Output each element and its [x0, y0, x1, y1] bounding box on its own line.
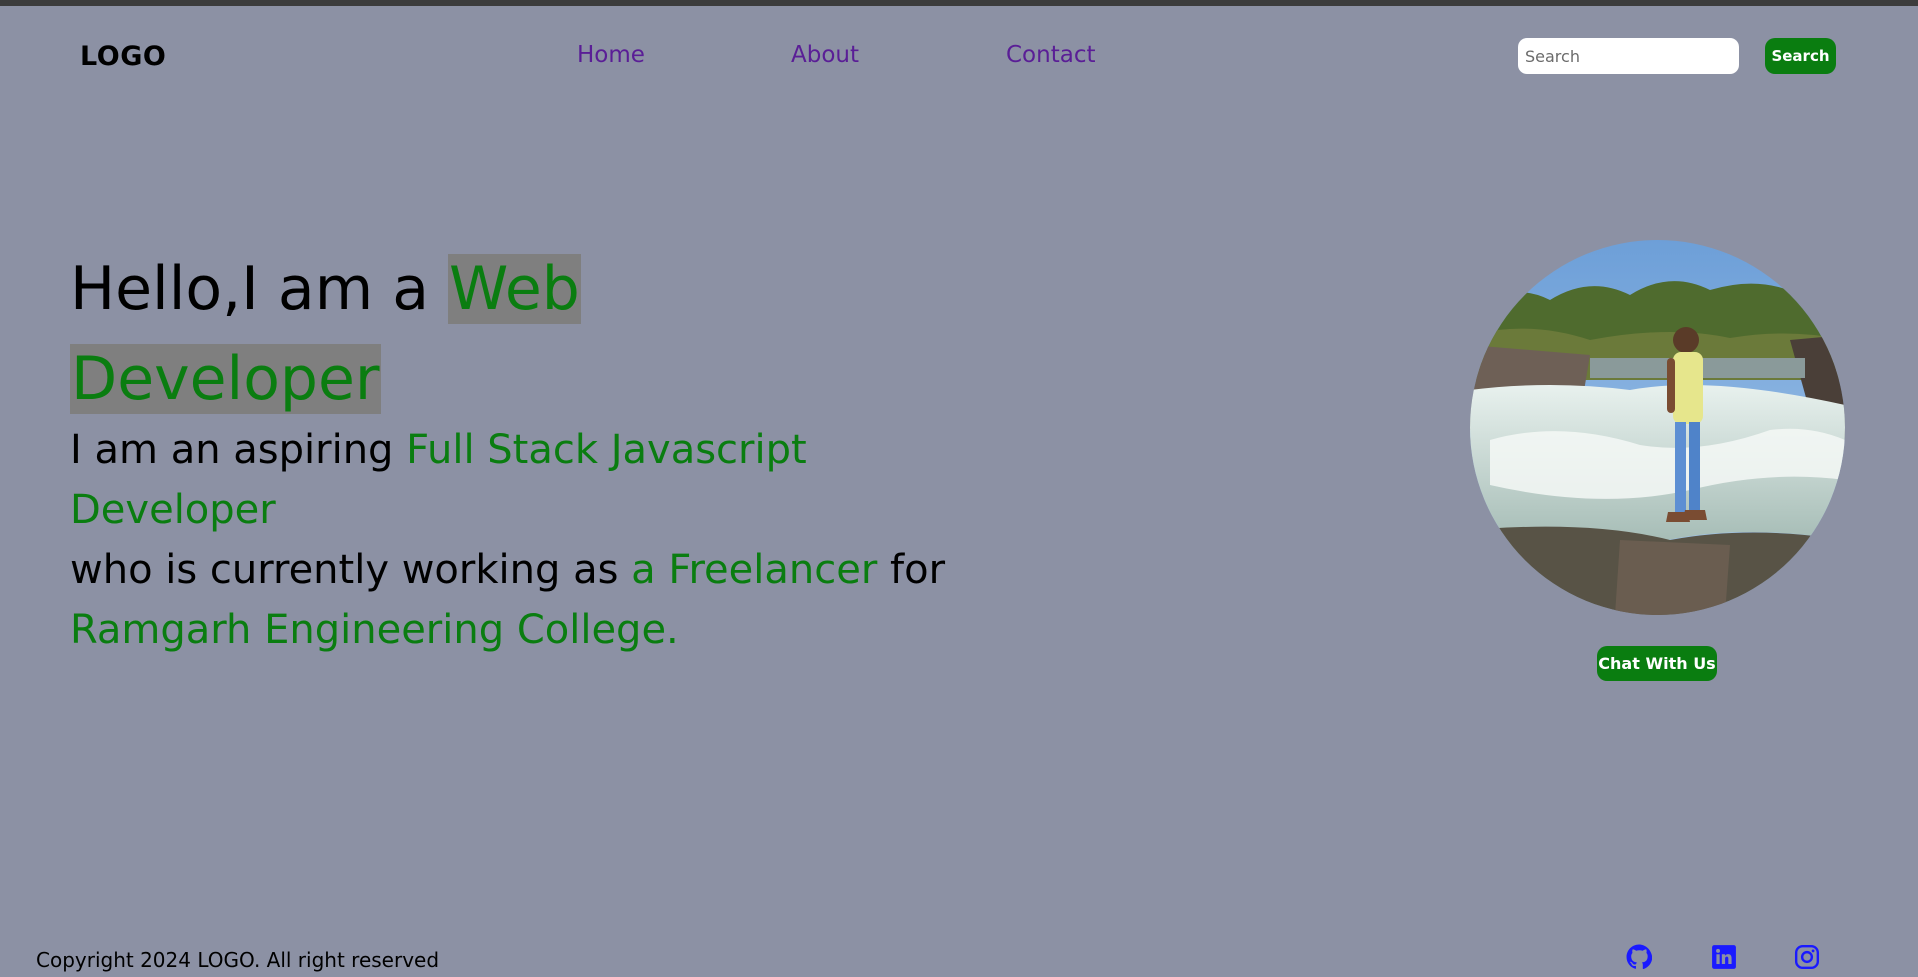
profile-photo	[1470, 240, 1845, 615]
search-input[interactable]	[1518, 38, 1739, 74]
hero-title-highlight-web: Web	[448, 254, 581, 324]
linkedin-icon[interactable]	[1711, 944, 1737, 970]
hero-title-highlight-developer: Developer	[70, 344, 381, 414]
hero-line2-prefix: who is currently working as	[70, 547, 632, 593]
hero-description: I am an aspiring Full Stack Javascript D…	[70, 420, 970, 660]
nav-link-about[interactable]: About	[791, 42, 859, 68]
hero-title-prefix: Hello,I am a	[70, 254, 449, 324]
site-logo[interactable]: LOGO	[80, 41, 166, 72]
hero-line2-suffix: for	[877, 547, 946, 593]
nav-link-home[interactable]: Home	[577, 42, 645, 68]
instagram-icon[interactable]	[1794, 944, 1820, 970]
chat-with-us-button[interactable]: Chat With Us	[1597, 646, 1717, 681]
hero-line2-highlight: a Freelancer	[631, 547, 878, 593]
nav-link-contact[interactable]: Contact	[1006, 42, 1095, 68]
search-button[interactable]: Search	[1765, 38, 1836, 74]
copyright-text: Copyright 2024 LOGO. All right reserved	[36, 948, 440, 972]
top-border	[0, 0, 1918, 6]
github-icon[interactable]	[1626, 944, 1653, 970]
hero-line3-highlight: Ramgarh Engineering College.	[70, 607, 679, 653]
profile-photo-illustration	[1470, 240, 1845, 615]
hero-title: Hello,I am a Web Developer	[70, 244, 710, 424]
hero-line1-prefix: I am an aspiring	[70, 427, 407, 473]
